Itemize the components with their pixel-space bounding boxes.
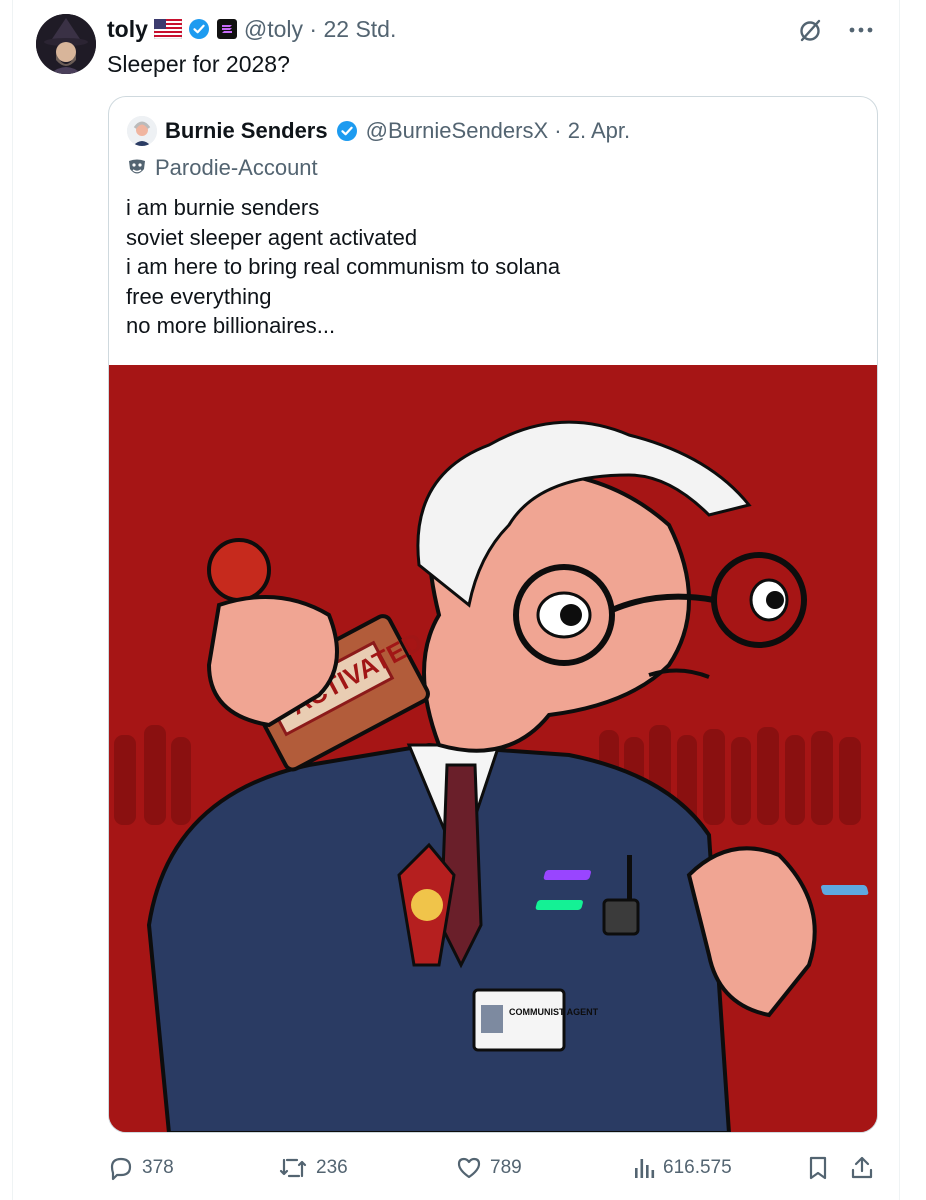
share-icon [851, 1156, 873, 1179]
quoted-text: i am burnie senders soviet sleeper agent… [126, 193, 856, 341]
quoted-line: i am burnie senders [126, 195, 320, 220]
parody-label-text: Parodie-Account [155, 155, 318, 180]
quoted-line: free everything [126, 283, 272, 309]
views-bar-chart-icon [635, 1159, 655, 1178]
cartoon-illustration: ACTIVATED COMMUNIST AGENT [109, 365, 877, 1132]
cartoon-avatar-icon [127, 116, 157, 146]
quoted-handle-time[interactable]: @BurnieSendersX · 2. Apr. [366, 118, 630, 144]
bookmark-icon [809, 1156, 827, 1180]
quoted-line: i am here to bring real communism to sol… [126, 254, 561, 279]
quoted-line: no more billionaires... [126, 313, 336, 338]
views-button[interactable]: 616.575 [633, 1150, 732, 1186]
bookmark-button[interactable] [806, 1150, 830, 1186]
verified-badge-icon[interactable] [188, 18, 210, 40]
tweet-actions-bar: 378 236 789 616.575 [108, 1150, 878, 1186]
reply-count: 378 [142, 1157, 174, 1178]
like-count: 789 [490, 1157, 522, 1178]
repost-icon [279, 1158, 307, 1178]
repost-count: 236 [316, 1157, 348, 1178]
quoted-header: Burnie Senders @BurnieSendersX · 2. Apr. [127, 115, 630, 147]
like-button[interactable]: 789 [456, 1150, 522, 1186]
tweet-text: Sleeper for 2028? [107, 51, 290, 77]
share-button[interactable] [850, 1150, 874, 1186]
quoted-author-name[interactable]: Burnie Senders [165, 118, 328, 144]
author-avatar[interactable] [36, 14, 96, 74]
repost-button[interactable]: 236 [278, 1150, 348, 1186]
quoted-line: soviet sleeper agent activated [126, 224, 418, 250]
us-flag-icon [153, 19, 182, 39]
parody-mask-icon [129, 159, 145, 174]
parody-label: Parodie-Account [127, 155, 318, 181]
heart-icon [457, 1157, 481, 1179]
tweet-top-actions [796, 16, 874, 44]
author-handle-time[interactable]: @toly · 22 Std. [244, 16, 396, 43]
grok-icon[interactable] [796, 16, 824, 44]
quoted-tweet[interactable]: Burnie Senders @BurnieSendersX · 2. Apr.… [108, 96, 878, 1133]
quoted-media-image[interactable]: ACTIVATED COMMUNIST AGENT [109, 365, 877, 1132]
reply-icon [110, 1157, 132, 1181]
affiliate-badge-icon[interactable] [216, 18, 238, 40]
wizard-avatar-icon [36, 14, 96, 74]
tweet-header: toly @toly · 22 Std. [107, 14, 396, 44]
author-name[interactable]: toly [107, 16, 148, 43]
id-card-text: COMMUNIST AGENT [509, 1007, 599, 1017]
views-count: 616.575 [663, 1157, 732, 1178]
more-options-icon[interactable] [848, 25, 874, 35]
reply-button[interactable]: 378 [108, 1150, 174, 1186]
quoted-avatar[interactable] [127, 116, 157, 146]
verified-badge-icon[interactable] [336, 120, 358, 142]
